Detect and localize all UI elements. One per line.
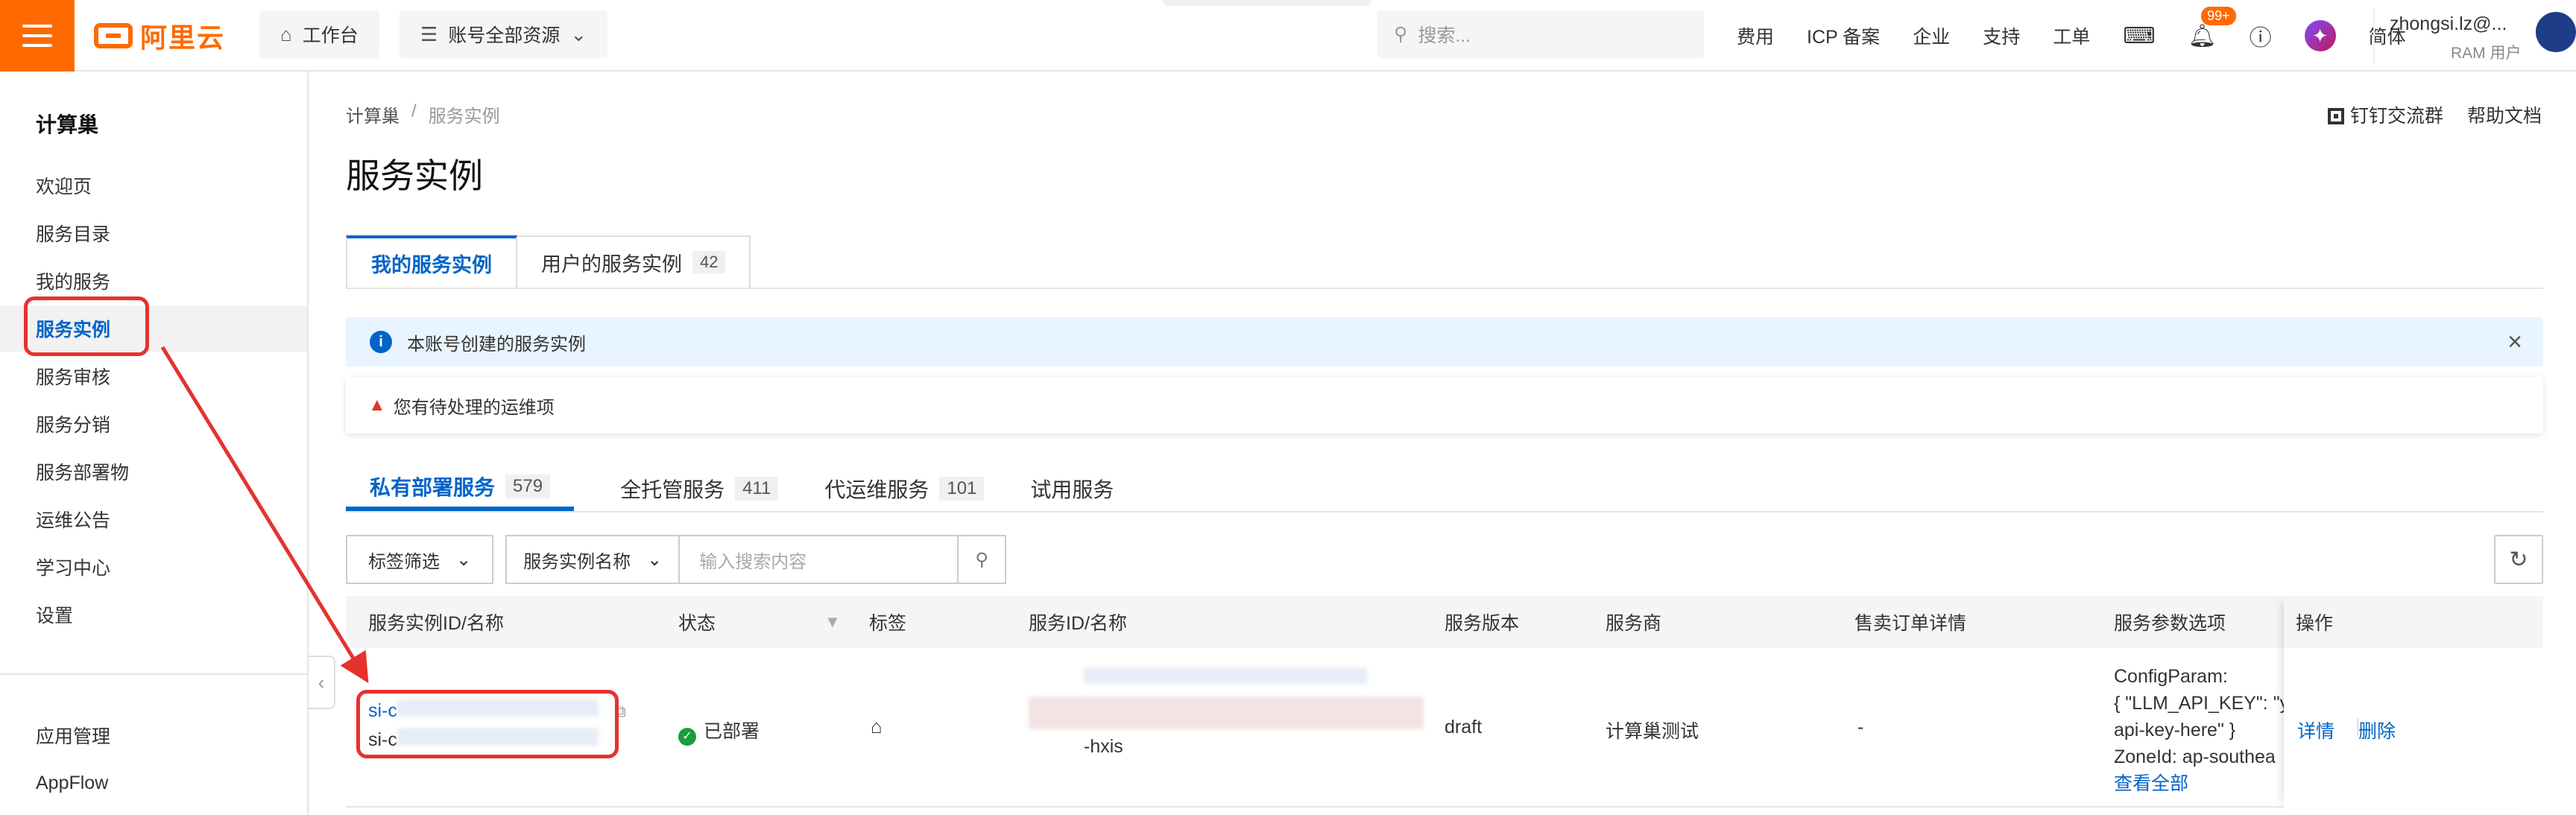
arrow-line: [160, 346, 369, 684]
annotation-arrow: [160, 346, 369, 684]
